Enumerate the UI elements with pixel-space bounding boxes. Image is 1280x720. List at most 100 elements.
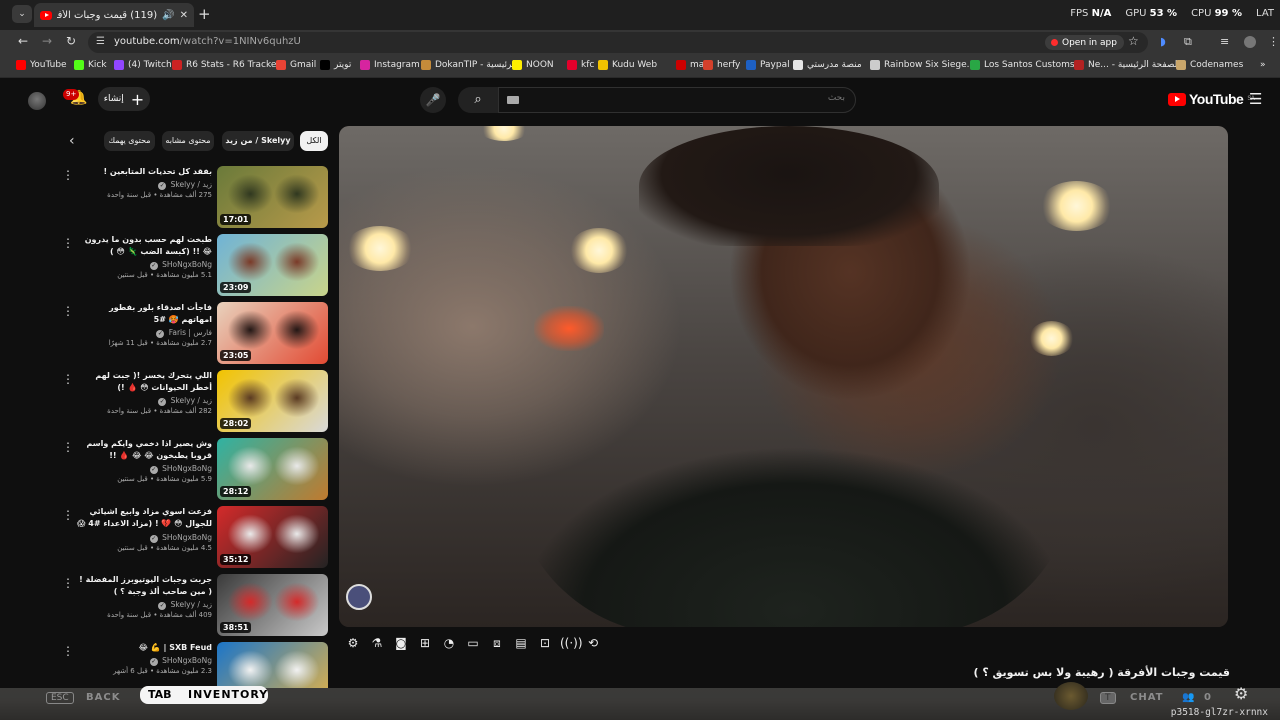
url-text[interactable]: youtube.com/watch?v=1NINv6quhzU [114, 36, 301, 47]
keyboard-icon[interactable] [507, 96, 519, 104]
bookmark-item[interactable]: تويتر [320, 60, 351, 70]
filmstrip-icon[interactable]: ▤ [512, 634, 530, 652]
close-icon[interactable]: ✕ [180, 10, 188, 21]
audio-only-icon[interactable]: ((·)) [560, 634, 583, 652]
bookmark-item[interactable]: herfy [703, 60, 740, 70]
video-thumbnail[interactable]: 28:02 [217, 370, 328, 432]
more-actions-icon[interactable]: ⋮ [62, 440, 74, 454]
bookmark-item[interactable]: Codenames [1176, 60, 1243, 70]
chevron-left-icon[interactable]: ‹ [69, 133, 75, 149]
profile-avatar-icon[interactable] [1244, 36, 1256, 48]
chat-key[interactable]: T [1100, 692, 1116, 704]
settings-gear-icon[interactable]: ⚙ [344, 634, 362, 652]
bookmark-item[interactable]: R6 Stats - R6 Tracke... [172, 60, 285, 70]
picture-in-picture-icon[interactable]: ⧈ [488, 634, 506, 652]
channel-name[interactable]: SHoNgxBoNg ✓ [76, 259, 212, 270]
video-thumbnail[interactable]: 17:01 [217, 166, 328, 228]
voice-search-mic-icon[interactable]: 🎤 [420, 87, 446, 113]
chip-related[interactable]: محتوى مشابه [162, 131, 214, 151]
bookmark-item[interactable]: Rainbow Six Siege... [870, 60, 975, 70]
open-in-app-button[interactable]: Open in app [1045, 35, 1124, 50]
bookmark-item[interactable]: Kick [74, 60, 107, 70]
bookmark-item[interactable]: Gmail [276, 60, 316, 70]
recommended-video[interactable]: ⋮ بفقد كل تحديات المتابعين ! زيد / Skelyy … [52, 166, 328, 228]
video-thumbnail[interactable]: 35:12 [217, 506, 328, 568]
search-icon[interactable]: ⌕ [458, 87, 498, 113]
camera-icon[interactable]: ◙ [392, 634, 410, 652]
translate-extension-icon[interactable]: ◗ [1160, 35, 1166, 48]
flask-icon[interactable]: ⚗ [368, 634, 386, 652]
esc-key[interactable]: ESC [46, 692, 74, 704]
video-thumbnail[interactable]: 23:05 [217, 302, 328, 364]
reload-icon[interactable]: ↻ [66, 34, 76, 48]
bookmark-item[interactable]: kfc [567, 60, 594, 70]
guide-menu-icon[interactable]: ☰ [1249, 90, 1262, 108]
more-actions-icon[interactable]: ⋮ [62, 644, 74, 658]
video-player[interactable] [339, 126, 1228, 627]
video-thumbnail[interactable]: 23:09 [217, 234, 328, 296]
video-title-text[interactable]: وش يصير اذا دخمي وايكم واسم قروبا يطبخون… [76, 438, 212, 462]
browser-menu-icon[interactable]: ⋮ [1268, 35, 1279, 48]
video-thumbnail[interactable]: 28:12 [217, 438, 328, 500]
theater-mode-icon[interactable]: ▭ [464, 634, 482, 652]
recommended-video[interactable]: ⋮ جربت وجبات اليوتيوبرز المفضلة ! ( مين ص… [52, 574, 328, 636]
bookmark-item[interactable]: Los Santos Customs... [970, 60, 1083, 70]
recommended-video[interactable]: ⋮ SXB Feud | 💪 😂 SHoNgxBoNg ✓ 2.3 مليون مشا… [52, 642, 328, 688]
bookmark-item[interactable]: Ne... - الصفحة الرئيسية [1074, 60, 1180, 70]
more-bookmarks-chevron-icon[interactable]: » [1260, 60, 1266, 70]
recommended-video[interactable]: ⋮ طبخت لهم حسب بدون ما يدرون 😂 !! (كبسة ا… [52, 234, 328, 296]
speaker-icon[interactable]: 🔊 [162, 10, 174, 21]
create-button[interactable]: إنشاء + [98, 87, 150, 111]
video-title-text[interactable]: جربت وجبات اليوتيوبرز المفضلة ! ( مين صا… [76, 574, 212, 598]
channel-name[interactable]: SHoNgxBoNg ✓ [76, 532, 212, 543]
bookmark-item[interactable]: YouTube [16, 60, 67, 70]
recommended-video[interactable]: ⋮ فزعت اسوي مزاد وابيع اشيائي للجوال 😳 💔 … [52, 506, 328, 568]
more-actions-icon[interactable]: ⋮ [62, 576, 74, 590]
bookmark-item[interactable]: DokanTIP - الرئيسية [421, 60, 517, 70]
extensions-puzzle-icon[interactable]: ⧉ [1184, 35, 1192, 49]
more-actions-icon[interactable]: ⋮ [62, 508, 74, 522]
video-thumbnail[interactable]: 38:51 [217, 574, 328, 636]
video-title-text[interactable]: SXB Feud | 💪 😂 [76, 642, 212, 654]
channel-name[interactable]: زيد / Skelyy ✓ [76, 599, 212, 610]
site-info-icon[interactable]: ☰ [96, 36, 105, 47]
inventory-button[interactable]: TAB INVENTORY [140, 686, 268, 704]
bookmark-item[interactable]: (4) Twitch [114, 60, 172, 70]
video-thumbnail[interactable] [217, 642, 328, 688]
video-title-text[interactable]: اللي يتحرك يخسر !( جبت لهم أخطر الحيوانا… [76, 370, 212, 394]
recommended-video[interactable]: ⋮ فاجأت اصدقاء بلور بفطور امهاتهم 🥵 #5 فار… [52, 302, 328, 364]
more-actions-icon[interactable]: ⋮ [62, 168, 74, 182]
more-actions-icon[interactable]: ⋮ [62, 372, 74, 386]
add-box-icon[interactable]: ⊞ [416, 634, 434, 652]
video-title-text[interactable]: بفقد كل تحديات المتابعين ! [76, 166, 212, 178]
channel-name[interactable]: زيد / Skelyy ✓ [76, 395, 212, 406]
bookmark-item[interactable]: Paypal [746, 60, 790, 70]
recommended-video[interactable]: ⋮ وش يصير اذا دخمي وايكم واسم قروبا يطبخو… [52, 438, 328, 500]
browser-tab-youtube[interactable]: (119) قيمت وجبات الأفرقة ( 🔊 ✕ [34, 3, 194, 27]
channel-name[interactable]: زيد / Skelyy ✓ [76, 179, 212, 190]
bookmark-star-icon[interactable]: ☆ [1128, 34, 1139, 48]
hud-settings-gear-icon[interactable]: ⚙ [1234, 684, 1248, 703]
chip-from-channel[interactable]: من زيد / Skelyy [222, 131, 294, 151]
video-title-text[interactable]: فاجأت اصدقاء بلور بفطور امهاتهم 🥵 #5 [76, 302, 212, 326]
channel-name[interactable]: SHoNgxBoNg ✓ [76, 655, 212, 666]
youtube-logo[interactable]: YouTube SA [1168, 91, 1255, 107]
bookmark-item[interactable]: Instagram [360, 60, 420, 70]
mini-player-icon[interactable]: ⊡ [536, 634, 554, 652]
account-avatar[interactable] [28, 92, 46, 110]
channel-watermark-avatar[interactable] [346, 584, 372, 610]
video-title-text[interactable]: طبخت لهم حسب بدون ما يدرون 😂 !! (كبسة ال… [76, 234, 212, 258]
bookmark-item[interactable]: Kudu Web [598, 60, 657, 70]
forward-arrow-icon[interactable]: → [42, 34, 52, 48]
video-title-text[interactable]: فزعت اسوي مزاد وابيع اشيائي للجوال 😳 💔 !… [76, 506, 212, 531]
chip-recommended[interactable]: محتوى يهمك [104, 131, 155, 151]
back-arrow-icon[interactable]: ← [18, 34, 28, 48]
bookmark-item[interactable]: منصة مدرستي [793, 60, 862, 70]
address-bar[interactable]: ☰ youtube.com/watch?v=1NINv6quhzU Open i… [88, 32, 1148, 53]
media-controls-icon[interactable]: ≡ [1220, 35, 1229, 48]
more-actions-icon[interactable]: ⋮ [62, 304, 74, 318]
loop-icon[interactable]: ⟲ [584, 634, 602, 652]
channel-name[interactable]: SHoNgxBoNg ✓ [76, 463, 212, 474]
tab-search-button[interactable]: ⌄ [12, 5, 32, 23]
search-input[interactable] [545, 93, 845, 103]
